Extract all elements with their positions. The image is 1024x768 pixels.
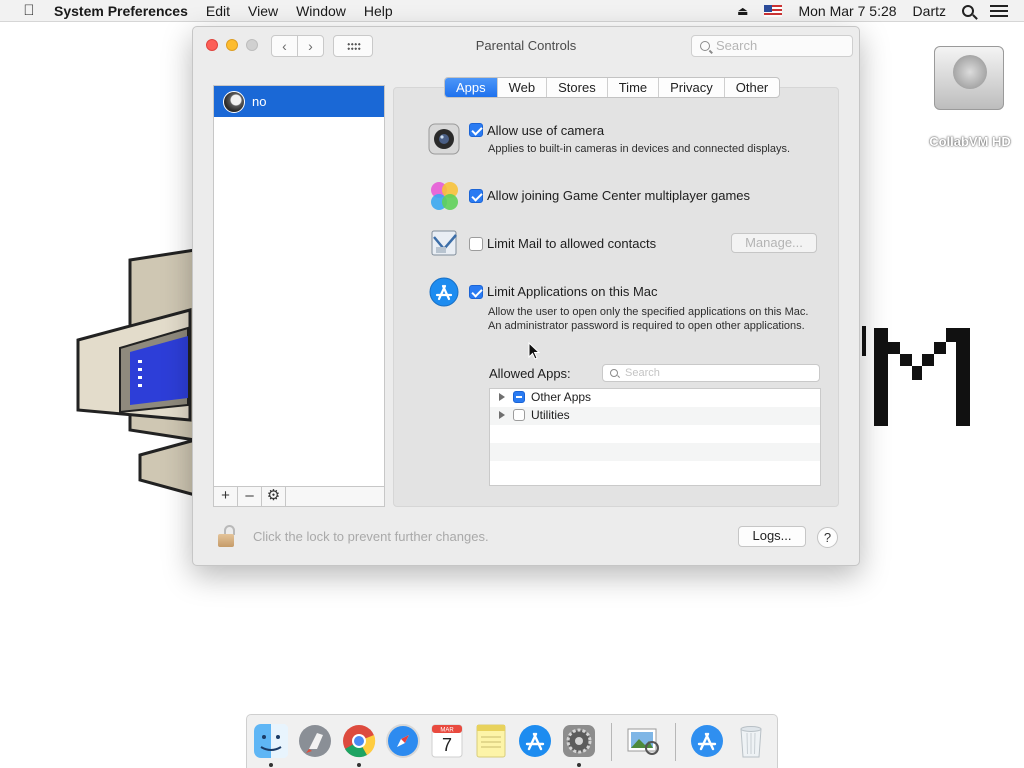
calendar-day: 7 (442, 735, 452, 755)
parental-controls-window: ‹ › Parental Controls Search no + – ⚙ Ap… (192, 26, 860, 566)
manage-button[interactable]: Manage... (731, 233, 817, 253)
empty-row (490, 443, 820, 461)
lock-icon[interactable] (217, 525, 237, 547)
show-all-grid-button[interactable] (333, 35, 373, 57)
tab-stores[interactable]: Stores (546, 78, 607, 97)
calendar-month: MAR (440, 728, 454, 734)
user-list-toolbar: + – ⚙ (213, 486, 385, 507)
mail-option-label[interactable]: Limit Mail to allowed contacts (487, 236, 656, 251)
user-row[interactable]: no (214, 86, 384, 117)
close-button[interactable] (206, 39, 218, 51)
finder-running-indicator (269, 763, 273, 767)
drive-label[interactable]: CollabVM HD (920, 134, 1020, 149)
help-button[interactable]: ? (817, 527, 838, 548)
window-search-placeholder: Search (716, 38, 758, 53)
forward-button[interactable]: › (297, 35, 324, 57)
trash-icon[interactable] (733, 723, 769, 759)
disclosure-triangle-icon[interactable] (499, 393, 505, 401)
utilities-checkbox[interactable] (513, 409, 525, 421)
app-store-icon (429, 277, 459, 307)
tab-bar: Apps Web Stores Time Privacy Other (444, 77, 781, 98)
user-avatar (223, 90, 245, 113)
launchpad-icon[interactable] (297, 723, 333, 759)
game-center-option-label[interactable]: Allow joining Game Center multiplayer ga… (487, 188, 750, 203)
gear-menu-button[interactable]: ⚙ (262, 487, 286, 506)
tab-web[interactable]: Web (496, 78, 547, 97)
dock: MAR 7 (246, 714, 778, 768)
menu-app-name[interactable]: System Preferences (54, 3, 188, 19)
allowed-apps-search-field[interactable]: Search (602, 364, 820, 382)
menu-window[interactable]: Window (296, 3, 346, 19)
user-name: no (252, 94, 267, 109)
retro-computer-wallpaper-art (76, 248, 197, 497)
tab-apps[interactable]: Apps (445, 78, 497, 97)
game-center-checkbox[interactable] (469, 189, 483, 203)
menu-view[interactable]: View (248, 3, 278, 19)
list-item-label: Other Apps (531, 390, 592, 404)
logs-button[interactable]: Logs... (738, 526, 806, 547)
mail-checkbox[interactable] (469, 237, 483, 251)
eject-icon[interactable]: ⏏ (737, 4, 748, 18)
game-center-icon (431, 182, 458, 210)
limit-apps-checkbox[interactable] (469, 285, 483, 299)
camera-icon (428, 123, 460, 155)
drive-icon[interactable] (932, 40, 1006, 120)
menu-clock[interactable]: Mon Mar 7 5:28 (798, 3, 896, 19)
grid-icon (347, 42, 361, 51)
notification-center-icon[interactable] (990, 4, 1008, 18)
menu-help[interactable]: Help (364, 3, 393, 19)
mouse-cursor-icon (528, 342, 540, 360)
menu-bar:  System Preferences Edit View Window He… (0, 0, 1024, 22)
finder-icon[interactable] (253, 723, 289, 759)
dock-separator (611, 723, 612, 761)
preview-icon[interactable] (625, 723, 661, 759)
chrome-icon[interactable] (341, 723, 377, 759)
minimize-button[interactable] (226, 39, 238, 51)
m-letter-wallpaper-art (862, 326, 970, 426)
window-search-field[interactable]: Search (691, 35, 853, 57)
other-apps-checkbox[interactable] (513, 391, 525, 403)
spotlight-search-icon[interactable] (962, 5, 974, 17)
safari-icon[interactable] (385, 723, 421, 759)
notes-icon[interactable] (473, 723, 509, 759)
lock-status-text: Click the lock to prevent further change… (253, 529, 489, 544)
apple-menu-icon[interactable]:  (18, 2, 40, 19)
allowed-apps-search-placeholder: Search (625, 367, 660, 379)
tab-time[interactable]: Time (606, 78, 658, 97)
chrome-running-indicator (357, 763, 361, 767)
allowed-apps-label: Allowed Apps: (489, 366, 571, 381)
limit-apps-description: Allow the user to open only the specifie… (488, 306, 809, 332)
empty-row (490, 425, 820, 443)
back-button[interactable]: ‹ (271, 35, 298, 57)
tab-privacy[interactable]: Privacy (658, 78, 724, 97)
empty-row (490, 461, 820, 479)
search-icon (610, 369, 618, 377)
system-preferences-icon[interactable] (561, 723, 597, 759)
search-icon (700, 41, 710, 51)
remove-user-button[interactable]: – (238, 487, 262, 506)
add-user-button[interactable]: + (214, 487, 238, 506)
limit-apps-option-label[interactable]: Limit Applications on this Mac (487, 284, 658, 299)
camera-checkbox[interactable] (469, 123, 483, 137)
list-item-label: Utilities (531, 408, 570, 422)
app-store-dock-icon[interactable] (517, 723, 553, 759)
zoom-button[interactable] (246, 39, 258, 51)
tab-other[interactable]: Other (723, 78, 780, 97)
disclosure-triangle-icon[interactable] (499, 411, 505, 419)
calendar-icon[interactable]: MAR 7 (429, 723, 465, 759)
input-source-flag-icon[interactable] (764, 5, 783, 17)
title-bar[interactable]: ‹ › Parental Controls Search (193, 27, 859, 65)
system-preferences-running-indicator (577, 763, 581, 767)
mail-icon (431, 230, 457, 256)
list-item[interactable]: Utilities (490, 407, 820, 425)
user-list[interactable]: no (213, 85, 385, 507)
camera-option-description: Applies to built-in cameras in devices a… (488, 143, 791, 155)
downloads-icon[interactable] (689, 723, 725, 759)
menu-user[interactable]: Dartz (913, 3, 946, 19)
dock-separator (675, 723, 676, 761)
camera-option-label[interactable]: Allow use of camera (487, 123, 604, 138)
allowed-apps-list[interactable]: Other Apps Utilities (489, 388, 821, 486)
menu-edit[interactable]: Edit (206, 3, 230, 19)
list-item[interactable]: Other Apps (490, 389, 820, 407)
